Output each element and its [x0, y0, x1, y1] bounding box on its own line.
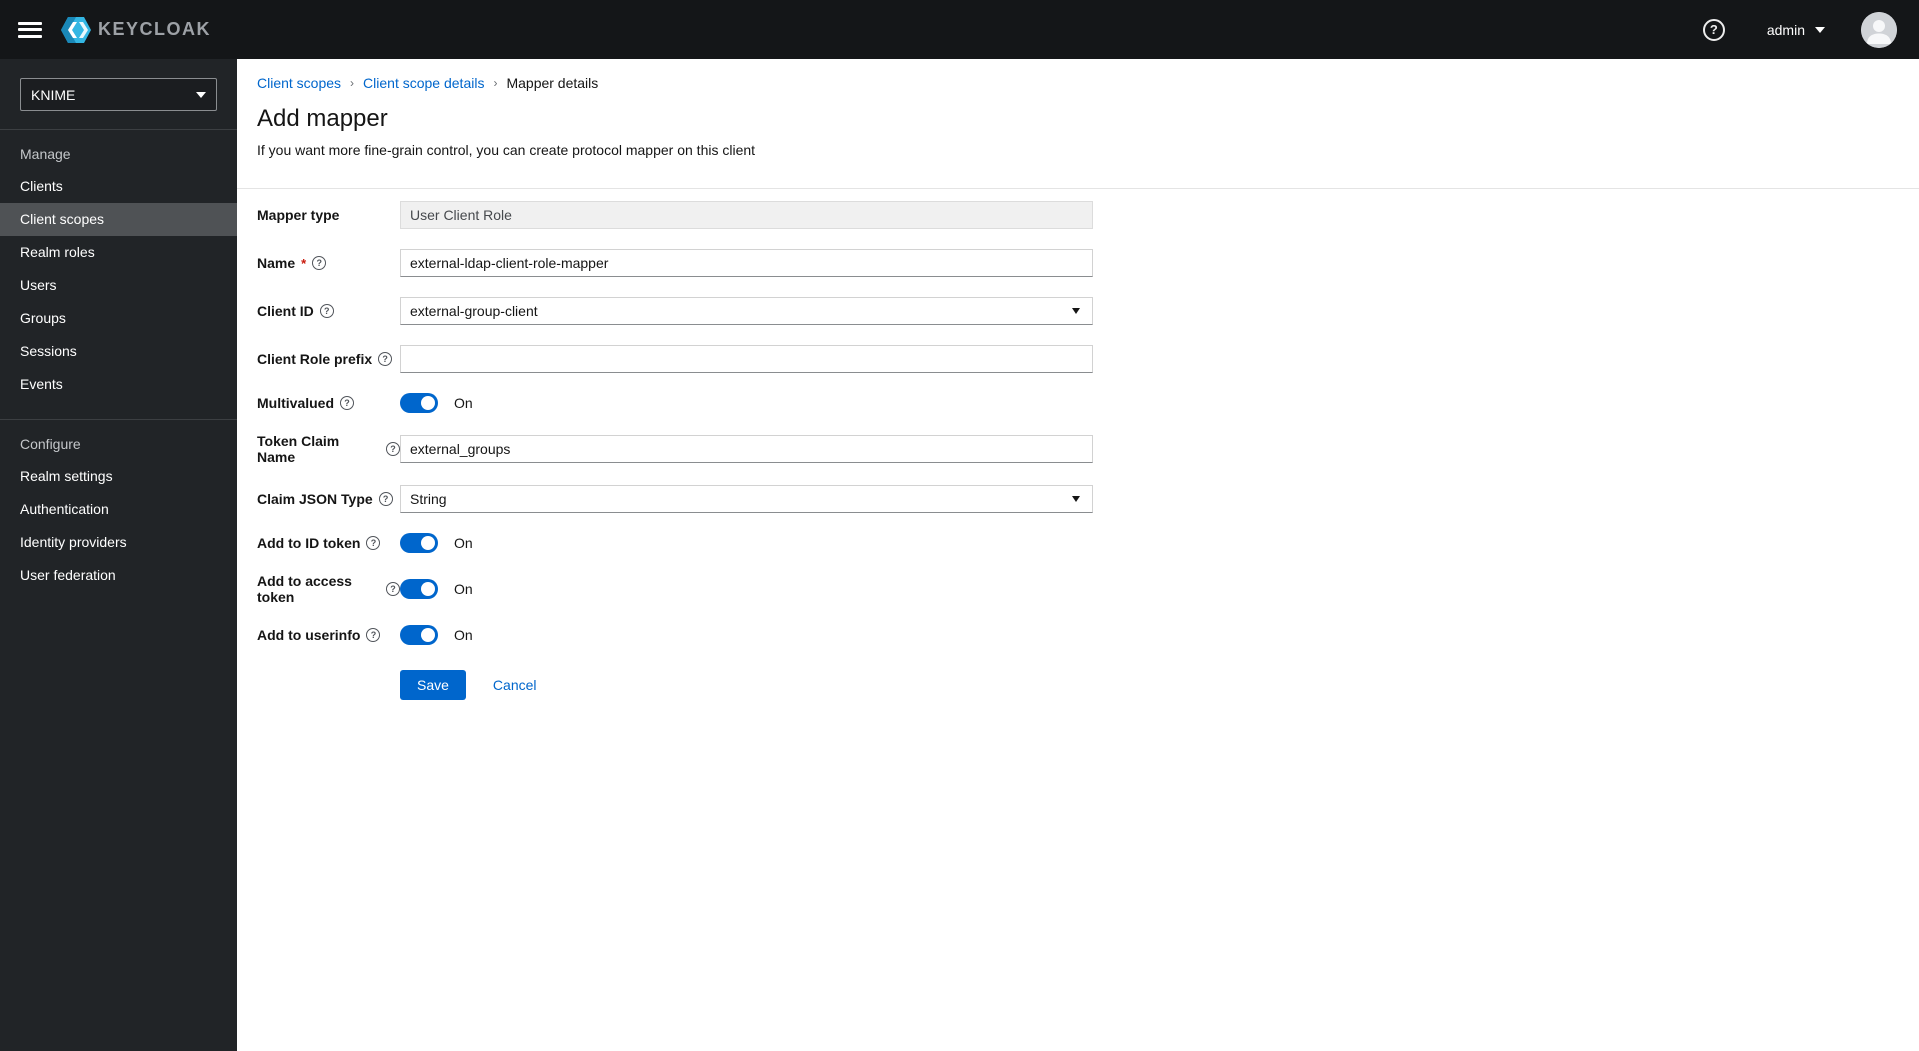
caret-down-icon: [1072, 496, 1080, 502]
mapper-type-input: [400, 201, 1093, 229]
form-row-mapper-type: Mapper type: [257, 201, 1919, 229]
claim-json-type-selected-value: String: [410, 491, 447, 507]
save-button[interactable]: Save: [400, 670, 466, 700]
breadcrumb: Client scopes › Client scope details › M…: [257, 75, 1895, 91]
help-icon[interactable]: ?: [386, 582, 400, 596]
breadcrumb-client-scope-details[interactable]: Client scope details: [363, 75, 484, 91]
caret-down-icon: [1072, 308, 1080, 314]
add-to-id-token-label: Add to ID token: [257, 535, 361, 551]
sidebar-item-users[interactable]: Users: [0, 269, 237, 302]
client-id-select[interactable]: external-group-client: [400, 297, 1093, 325]
page-subtitle: If you want more fine-grain control, you…: [257, 142, 756, 158]
name-label: Name: [257, 255, 296, 271]
client-role-prefix-label: Client Role prefix: [257, 351, 373, 367]
user-menu[interactable]: admin: [1767, 22, 1825, 38]
claim-json-type-label: Claim JSON Type: [257, 491, 373, 507]
form-row-client-id: Client ID ? external-group-client: [257, 297, 1919, 325]
add-to-id-token-state-label: On: [454, 535, 473, 551]
keycloak-logo-icon: [60, 14, 92, 46]
sidebar-item-authentication[interactable]: Authentication: [0, 493, 237, 526]
add-mapper-form: Mapper type Name * ? Client ID ?: [237, 189, 1919, 700]
realm-name: KNIME: [31, 86, 76, 103]
help-icon[interactable]: ?: [1702, 18, 1725, 41]
sidebar-item-client-scopes[interactable]: Client scopes: [0, 203, 237, 236]
claim-json-type-select[interactable]: String: [400, 485, 1093, 513]
chevron-down-icon: [1815, 26, 1825, 33]
sidebar-item-groups[interactable]: Groups: [0, 302, 237, 335]
client-id-selected-value: external-group-client: [410, 303, 538, 319]
form-actions: Save Cancel: [400, 670, 1919, 700]
user-icon: [1861, 11, 1897, 48]
token-claim-name-input[interactable]: [400, 435, 1093, 463]
nav-section-title: Configure: [20, 436, 81, 452]
add-to-access-token-label: Add to access token: [257, 573, 352, 605]
realm-selector[interactable]: KNIME: [20, 78, 217, 111]
sidebar: KNIME Manage Clients Client scopes Realm…: [0, 59, 237, 1051]
multivalued-toggle[interactable]: [400, 393, 438, 413]
form-row-add-to-userinfo: Add to userinfo ? On: [257, 625, 1919, 645]
token-claim-name-label: Token Claim Name: [257, 433, 340, 465]
page-title: Add mapper: [257, 105, 388, 132]
chevron-down-icon: [196, 91, 206, 98]
page-header: Client scopes › Client scope details › M…: [237, 59, 1919, 189]
breadcrumb-current: Mapper details: [506, 75, 599, 91]
cancel-button[interactable]: Cancel: [493, 677, 537, 693]
required-marker: *: [301, 255, 307, 271]
help-icon[interactable]: ?: [366, 628, 381, 642]
help-icon[interactable]: ?: [366, 536, 381, 550]
nav-section-configure: Configure Realm settings Authentication …: [0, 420, 237, 592]
topbar: KEYCLOAK ? admin: [0, 0, 1919, 59]
help-icon[interactable]: ?: [319, 304, 334, 318]
client-id-label: Client ID: [257, 303, 314, 319]
avatar: [1861, 11, 1897, 48]
form-row-client-role-prefix: Client Role prefix ?: [257, 345, 1919, 373]
multivalued-state-label: On: [454, 395, 473, 411]
multivalued-label: Multivalued: [257, 395, 335, 411]
sidebar-item-user-federation[interactable]: User federation: [0, 559, 237, 592]
help-icon[interactable]: ?: [340, 396, 355, 410]
keycloak-logo: KEYCLOAK: [60, 14, 211, 46]
nav-toggle-button[interactable]: [18, 20, 42, 40]
add-to-userinfo-state-label: On: [454, 627, 473, 643]
sidebar-item-realm-roles[interactable]: Realm roles: [0, 236, 237, 269]
sidebar-item-realm-settings[interactable]: Realm settings: [0, 460, 237, 493]
brand-text: KEYCLOAK: [98, 19, 212, 39]
nav-section-manage: Manage Clients Client scopes Realm roles…: [0, 130, 237, 401]
breadcrumb-separator: ›: [350, 76, 355, 90]
sidebar-item-identity-providers[interactable]: Identity providers: [0, 526, 237, 559]
help-icon[interactable]: ?: [312, 256, 327, 270]
breadcrumb-separator: ›: [493, 76, 498, 90]
form-row-add-to-access-token: Add to access token ? On: [257, 573, 1919, 605]
add-to-id-token-toggle[interactable]: [400, 533, 438, 553]
client-role-prefix-input[interactable]: [400, 345, 1093, 373]
sidebar-item-clients[interactable]: Clients: [0, 170, 237, 203]
help-icon[interactable]: ?: [386, 442, 400, 456]
form-row-name: Name * ?: [257, 249, 1919, 277]
add-to-access-token-toggle[interactable]: [400, 579, 438, 599]
name-input[interactable]: [400, 249, 1093, 277]
form-row-multivalued: Multivalued ? On: [257, 393, 1919, 413]
mapper-type-label: Mapper type: [257, 207, 340, 223]
sidebar-item-sessions[interactable]: Sessions: [0, 335, 237, 368]
form-row-token-claim-name: Token Claim Name ?: [257, 433, 1919, 465]
form-row-claim-json-type: Claim JSON Type ? String: [257, 485, 1919, 513]
help-icon[interactable]: ?: [378, 352, 393, 366]
sidebar-item-events[interactable]: Events: [0, 368, 237, 401]
form-row-add-to-id-token: Add to ID token ? On: [257, 533, 1919, 553]
username: admin: [1766, 21, 1805, 38]
nav-section-title: Manage: [20, 146, 71, 162]
main-content: Client scopes › Client scope details › M…: [237, 59, 1919, 1051]
breadcrumb-client-scopes[interactable]: Client scopes: [257, 75, 341, 91]
add-to-access-token-state-label: On: [454, 581, 473, 597]
help-icon[interactable]: ?: [378, 492, 393, 506]
add-to-userinfo-label: Add to userinfo: [257, 627, 361, 643]
add-to-userinfo-toggle[interactable]: [400, 625, 438, 645]
